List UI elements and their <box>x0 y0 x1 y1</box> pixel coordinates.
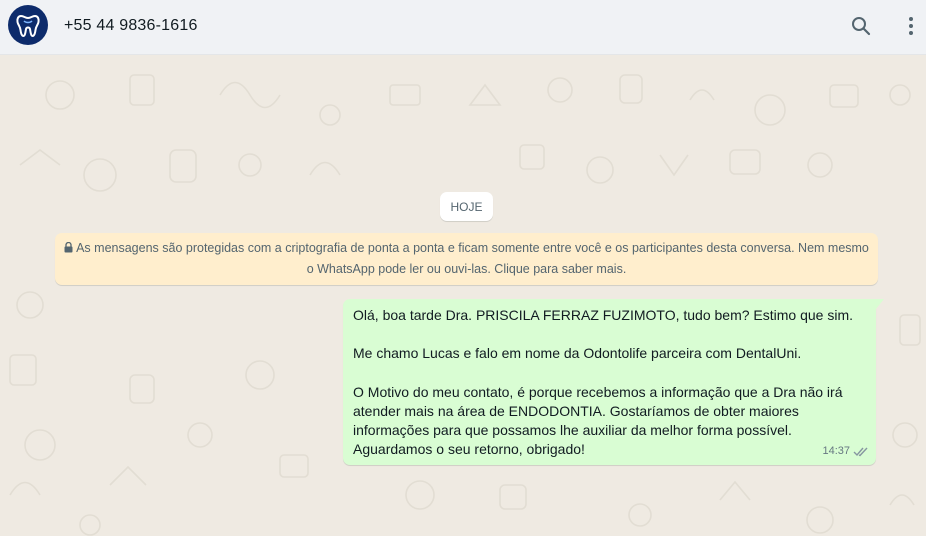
search-button[interactable] <box>849 14 873 38</box>
message-time: 14:37 <box>822 444 850 457</box>
tooth-logo-icon <box>16 14 40 38</box>
encryption-notice[interactable]: As mensagens são protegidas com a cripto… <box>55 233 878 285</box>
double-check-icon <box>853 447 868 457</box>
message-paragraph-1: Olá, boa tarde Dra. PRISCILA FERRAZ FUZI… <box>353 307 854 323</box>
encryption-notice-line1: As mensagens são protegidas com a cripto… <box>76 241 869 255</box>
menu-button[interactable] <box>899 14 923 38</box>
bubble-tail <box>876 299 884 309</box>
contact-name[interactable]: +55 44 9836-1616 <box>64 17 198 35</box>
message-paragraph-2: Me chamo Lucas e falo em nome da Odontol… <box>353 345 802 362</box>
message-meta: 14:37 <box>822 442 869 461</box>
lock-icon <box>64 242 73 253</box>
message-paragraph-3: O Motivo do meu contato, é porque recebe… <box>353 383 843 458</box>
avatar[interactable] <box>8 5 48 45</box>
outgoing-message[interactable]: Olá, boa tarde Dra. PRISCILA FERRAZ FUZI… <box>343 299 884 465</box>
encryption-notice-line2: o WhatsApp pode ler ou ouvi-las. Clique … <box>306 262 627 276</box>
more-vertical-icon <box>909 17 913 35</box>
chat-header: +55 44 9836-1616 <box>0 0 926 55</box>
search-icon <box>852 17 871 36</box>
date-chip: HOJE <box>440 192 493 221</box>
chat-panel[interactable]: HOJE As mensagens são protegidas com a c… <box>0 55 926 536</box>
